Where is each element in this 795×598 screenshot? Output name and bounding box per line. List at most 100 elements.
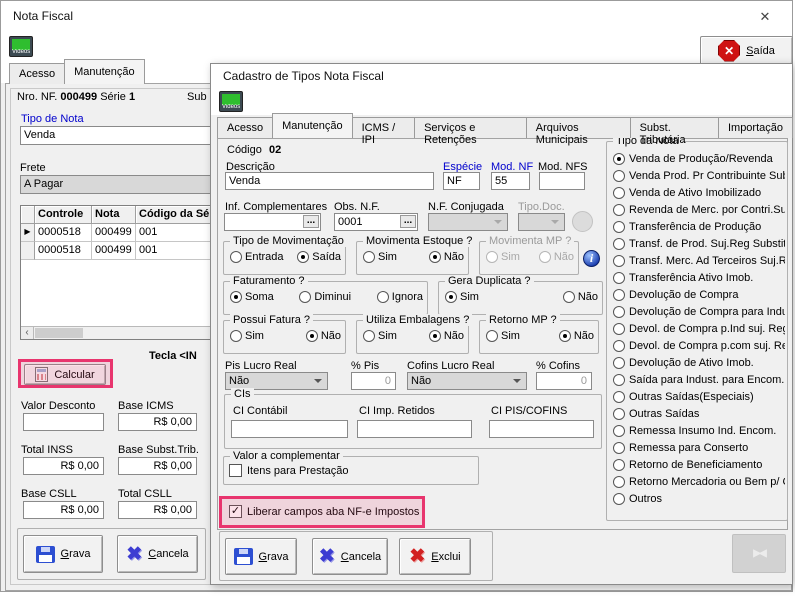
radio-circle-icon[interactable]	[377, 291, 389, 303]
tipo-da-nota-option-transf-de-prod-suj-reg-substitu[interactable]: Transf. de Prod. Suj.Reg Substitu	[613, 235, 785, 252]
tipo-da-nota-option-transf-merc-ad-terceiros-suj-r[interactable]: Transf. Merc. Ad Terceiros Suj.R	[613, 252, 785, 269]
total-csll-field[interactable]: R$ 0,00	[118, 501, 197, 519]
tab-icms-ipi[interactable]: ICMS / IPI	[352, 117, 415, 138]
radio-circle-icon[interactable]	[363, 330, 375, 342]
radio-circle-icon[interactable]	[613, 391, 625, 403]
front-grava-button[interactable]: Grava	[225, 538, 297, 575]
radio-sim[interactable]: Sim	[230, 330, 264, 342]
radio-sim[interactable]: Sim	[363, 330, 397, 342]
radio-circle-icon[interactable]	[306, 330, 318, 342]
radio-circle-icon[interactable]	[613, 221, 625, 233]
radio-soma[interactable]: Soma	[230, 291, 274, 303]
tipo-da-nota-option-saida-para-indust-para-encom[interactable]: Saída para Indust. para Encom.	[613, 371, 785, 388]
liberar-campos-checkbox[interactable]: ✓	[229, 505, 242, 518]
radio-ignora[interactable]: Ignora	[377, 291, 423, 303]
radio-circle-icon[interactable]	[613, 323, 625, 335]
obs-nf-ellipsis-button[interactable]: ...	[400, 215, 416, 228]
radio-circle-icon[interactable]	[613, 238, 625, 250]
tipo-da-nota-option-devol-de-compra-p-ind-suj-regi[interactable]: Devol. de Compra p.Ind suj. Regi	[613, 320, 785, 337]
tipo-da-nota-option-transferencia-de-producao[interactable]: Transferência de Produção	[613, 218, 785, 235]
calcular-button[interactable]: Calcular	[24, 364, 106, 385]
cofins-lucro-real-combobox[interactable]: Não	[407, 372, 527, 390]
radio-circle-icon[interactable]	[486, 330, 498, 342]
radio-nao[interactable]: Não	[306, 330, 341, 342]
total-inss-field[interactable]: R$ 0,00	[23, 457, 104, 475]
scroll-thumb[interactable]	[35, 328, 83, 338]
tab-acesso[interactable]: Acesso	[217, 117, 273, 138]
back-grava-button[interactable]: Grava	[23, 535, 103, 573]
tipo-da-nota-option-devol-de-compra-p-com-suj-reg[interactable]: Devol. de Compra p.com suj. Reg	[613, 337, 785, 354]
radio-circle-icon[interactable]	[429, 330, 441, 342]
tipo-da-nota-option-remessa-insumo-ind-encom[interactable]: Remessa Insumo Ind. Encom.	[613, 422, 785, 439]
radio-circle-icon[interactable]	[613, 255, 625, 267]
tab-acesso[interactable]: Acesso	[9, 63, 65, 84]
radio-sim[interactable]: Sim	[486, 330, 520, 342]
descricao-field[interactable]: Venda	[225, 172, 434, 190]
radio-circle-icon[interactable]	[613, 272, 625, 284]
tab-manutencao[interactable]: Manutenção	[272, 113, 353, 138]
radio-nao[interactable]: Não	[559, 330, 594, 342]
tipo-da-nota-option-outras-saidas[interactable]: Outras Saídas	[613, 405, 785, 422]
tipo-da-nota-option-outros[interactable]: Outros	[613, 490, 785, 507]
radio-circle-icon[interactable]	[613, 408, 625, 420]
grid-hscrollbar[interactable]: ‹	[21, 326, 212, 339]
radio-circle-icon[interactable]	[613, 289, 625, 301]
inf-complementares-ellipsis-button[interactable]: ...	[303, 215, 319, 228]
tipo-da-nota-option-transferencia-ativo-imob[interactable]: Transferência Ativo Imob.	[613, 269, 785, 286]
tipo-da-nota-option-revenda-de-merc-por-contri-sub[interactable]: Revenda de Merc. por Contri.Sub	[613, 201, 785, 218]
radio-circle-icon[interactable]	[613, 476, 625, 488]
saida-button[interactable]: ✕ Saída	[700, 36, 793, 65]
frete-field[interactable]: A Pagar	[20, 175, 213, 194]
videos-icon[interactable]: Videos	[219, 91, 243, 112]
back-cancela-button[interactable]: ✖ Cancela	[117, 535, 198, 573]
especie-field[interactable]: NF	[443, 172, 480, 190]
front-exclui-button[interactable]: ✖ Exclui	[399, 538, 471, 575]
grid-data-row[interactable]: ▶0000518000499001	[21, 224, 212, 242]
radio-saida[interactable]: Saída	[297, 251, 341, 263]
ci-pis-cofins-field[interactable]	[489, 420, 594, 438]
radio-circle-icon[interactable]	[613, 170, 625, 182]
radio-circle-icon[interactable]	[363, 251, 375, 263]
radio-diminui[interactable]: Diminui	[299, 291, 351, 303]
radio-circle-icon[interactable]	[297, 251, 309, 263]
radio-circle-icon[interactable]	[613, 340, 625, 352]
tipo-da-nota-option-retorno-de-beneficiamento[interactable]: Retorno de Beneficiamento	[613, 456, 785, 473]
tipo-da-nota-option-venda-de-ativo-imobilizado[interactable]: Venda de Ativo Imobilizado	[613, 184, 785, 201]
radio-circle-icon[interactable]	[613, 187, 625, 199]
valor-desconto-field[interactable]	[23, 413, 104, 431]
grid-data-row[interactable]: 0000518000499001	[21, 242, 212, 260]
radio-circle-icon[interactable]	[613, 204, 625, 216]
radio-circle-icon[interactable]	[613, 153, 625, 165]
radio-entrada[interactable]: Entrada	[230, 251, 284, 263]
radio-circle-icon[interactable]	[613, 442, 625, 454]
radio-circle-icon[interactable]	[299, 291, 311, 303]
radio-circle-icon[interactable]	[445, 291, 457, 303]
radio-nao[interactable]: Não	[429, 251, 464, 263]
close-icon[interactable]: ✕	[748, 9, 782, 25]
radio-nao[interactable]: Não	[563, 291, 598, 303]
tab-arquivos-municipais[interactable]: Arquivos Municipais	[526, 117, 631, 138]
radio-circle-icon[interactable]	[230, 251, 242, 263]
radio-circle-icon[interactable]	[559, 330, 571, 342]
grid-column-header[interactable]: Controle	[35, 206, 92, 224]
tab-manutencao[interactable]: Manutenção	[64, 59, 145, 84]
tipo-da-nota-option-outras-saidas-especiais[interactable]: Outras Saídas(Especiais)	[613, 388, 785, 405]
radio-circle-icon[interactable]	[230, 291, 242, 303]
tipo-da-nota-option-remessa-para-conserto[interactable]: Remessa para Conserto	[613, 439, 785, 456]
radio-nao[interactable]: Não	[429, 330, 464, 342]
front-cancela-button[interactable]: ✖ Cancela	[312, 538, 388, 575]
tab-subst-tributaria[interactable]: Subst. Tributária	[630, 117, 719, 138]
radio-circle-icon[interactable]	[230, 330, 242, 342]
notas-grid[interactable]: ControleNotaCódigo da Sé▶000051800049900…	[20, 205, 213, 340]
radio-circle-icon[interactable]	[613, 357, 625, 369]
ci-imp-retidos-field[interactable]	[357, 420, 472, 438]
tipo-da-nota-option-venda-de-producao-revenda[interactable]: Venda de Produção/Revenda	[613, 150, 785, 167]
radio-sim[interactable]: Sim	[363, 251, 397, 263]
mod-nfs-field[interactable]	[539, 172, 585, 190]
info-icon[interactable]: i	[583, 250, 600, 267]
tipo-da-nota-option-devolucao-de-ativo-imob[interactable]: Devolução de Ativo Imob.	[613, 354, 785, 371]
itens-para-prestacao-checkbox[interactable]	[229, 464, 242, 477]
radio-circle-icon[interactable]	[429, 251, 441, 263]
tipo-da-nota-option-venda-prod-pr-contribuinte-subs[interactable]: Venda Prod. Pr Contribuinte Subs	[613, 167, 785, 184]
base-csll-field[interactable]: R$ 0,00	[23, 501, 104, 519]
